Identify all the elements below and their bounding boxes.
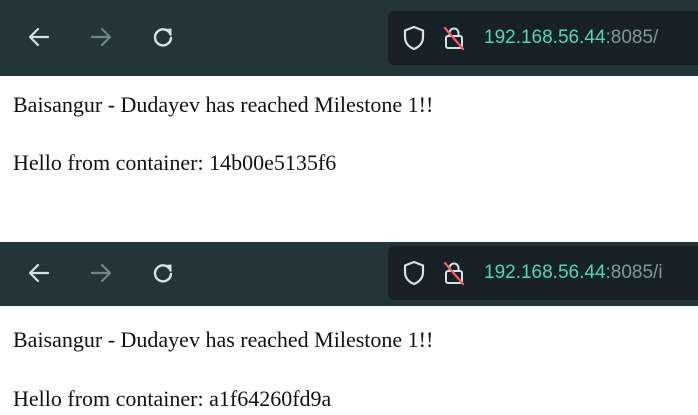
address-bar[interactable]: 192.168.56.44:8085/	[388, 11, 698, 65]
forward-button[interactable]	[84, 22, 118, 56]
url-host: 192.168.56.44	[484, 262, 606, 283]
arrow-left-icon	[26, 260, 52, 290]
milestone-message: Baisangur - Dudayev has reached Mileston…	[13, 92, 434, 117]
back-button[interactable]	[22, 258, 56, 292]
browser-screenshot-2: 192.168.56.44:8085/i Baisangur - Dudayev…	[0, 242, 698, 415]
container-message: Hello from container: a1f64260fd9a	[13, 386, 332, 411]
container-message: Hello from container: 14b00e5135f6	[13, 150, 337, 175]
refresh-icon	[150, 260, 176, 290]
url-text[interactable]: 192.168.56.44:8085/i	[484, 262, 663, 284]
url-text[interactable]: 192.168.56.44:8085/	[484, 27, 658, 49]
browser-toolbar: 192.168.56.44:8085/i	[0, 242, 698, 306]
shield-icon[interactable]	[400, 24, 428, 52]
refresh-icon	[150, 24, 176, 54]
arrow-right-icon	[88, 24, 114, 54]
back-button[interactable]	[22, 22, 56, 56]
milestone-message: Baisangur - Dudayev has reached Mileston…	[13, 327, 434, 352]
reload-button[interactable]	[146, 258, 180, 292]
reload-button[interactable]	[146, 22, 180, 56]
arrow-left-icon	[26, 24, 52, 54]
lock-crossed-icon[interactable]	[440, 24, 468, 52]
url-host: 192.168.56.44	[484, 27, 606, 48]
url-path: :8085/	[605, 27, 659, 48]
browser-screenshot-1: 192.168.56.44:8085/ Baisangur - Dudayev …	[0, 0, 698, 206]
forward-button[interactable]	[84, 258, 118, 292]
shield-icon[interactable]	[400, 259, 428, 287]
address-bar[interactable]: 192.168.56.44:8085/i	[388, 246, 698, 300]
browser-toolbar: 192.168.56.44:8085/	[0, 0, 698, 76]
arrow-right-icon	[88, 260, 114, 290]
lock-crossed-icon[interactable]	[440, 259, 468, 287]
url-path: :8085/i	[605, 262, 663, 283]
